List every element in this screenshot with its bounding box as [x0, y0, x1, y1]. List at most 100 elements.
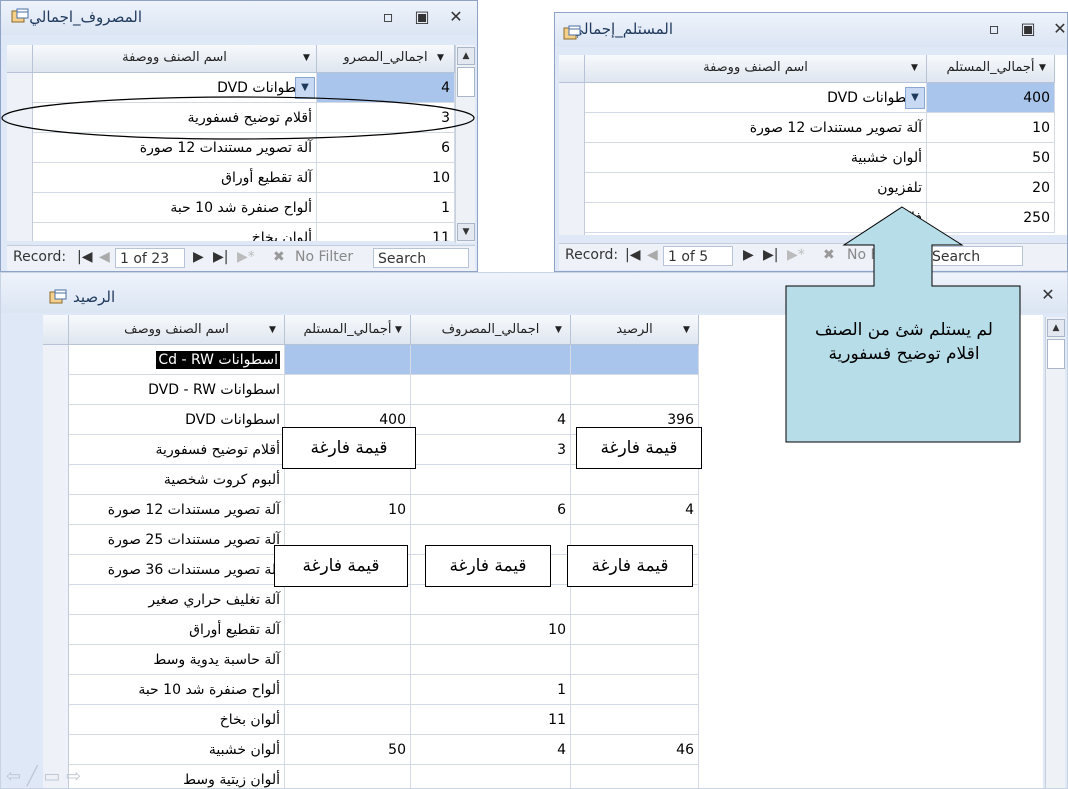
table-row[interactable]: ألوان بخاخ 11 [33, 223, 455, 241]
close-button[interactable]: ✕ [1049, 19, 1067, 39]
received-cell[interactable] [285, 615, 411, 645]
next-record-icon[interactable]: ▶ [743, 247, 754, 263]
table-row[interactable]: ألوان بخاخ 11 [69, 705, 699, 735]
balance-cell[interactable] [571, 465, 699, 495]
previous-record-icon[interactable]: ◀ [647, 247, 658, 263]
spent-cell[interactable] [411, 765, 571, 788]
balance-cell[interactable] [571, 615, 699, 645]
table-row[interactable]: تلفزيون 20 [585, 173, 1055, 203]
balance-cell[interactable]: 4 [571, 495, 699, 525]
slide-navigation-icons[interactable]: ⇦ ╱ ▭ ⇨ [6, 766, 81, 787]
corner-selector[interactable] [7, 45, 33, 73]
received-cell[interactable]: 50 [927, 143, 1055, 173]
spent-cell[interactable]: 3 [411, 435, 571, 465]
balance-cell[interactable] [571, 375, 699, 405]
spent-cell[interactable]: 10 [317, 163, 455, 193]
received-cell[interactable]: 400 [927, 83, 1055, 113]
name-cell[interactable]: آلة تصوير مستندات 12 صورة [585, 113, 927, 143]
name-column-header[interactable]: ▼ اسم الصنف ووصفة [33, 45, 317, 73]
table-row[interactable]: آلة تغليف حراري صغير [69, 585, 699, 615]
name-cell[interactable]: ألواح صنفرة شد 10 حبة [33, 193, 317, 223]
spent-cell[interactable]: 1 [411, 675, 571, 705]
record-position-field[interactable]: 1 of 23 [115, 248, 185, 268]
name-cell[interactable]: اسطوانات DVD - RW [69, 375, 285, 405]
table-row[interactable]: آلة تصوير مستندات 12 صورة 10 6 4 [69, 495, 699, 525]
name-column-header[interactable]: ▼ اسم الصنف ووصفة [585, 55, 927, 83]
received-cell[interactable]: 10 [927, 113, 1055, 143]
spent-cell[interactable]: 10 [411, 615, 571, 645]
balance-cell[interactable] [571, 345, 699, 375]
balance-cell[interactable] [571, 675, 699, 705]
first-record-icon[interactable]: |◀ [625, 247, 640, 263]
name-cell[interactable]: اسطوانات DVD [585, 83, 927, 113]
table-row[interactable]: اسطوانات DVD ▼ 400 [585, 83, 1055, 113]
name-cell[interactable]: ألوان خشبية [585, 143, 927, 173]
name-cell[interactable]: آلة حاسبة يدوية وسط [69, 645, 285, 675]
filter-status[interactable]: No Filter [295, 249, 353, 265]
name-cell[interactable]: آلة تصوير مستندات 12 صورة [69, 495, 285, 525]
scroll-up-icon[interactable]: ▲ [457, 47, 475, 65]
close-button[interactable]: ✕ [445, 7, 467, 27]
spent-cell[interactable]: 11 [317, 223, 455, 241]
balance-column-header[interactable]: ▼ الرصيد [571, 315, 699, 345]
spent-cell[interactable]: 4 [411, 405, 571, 435]
corner-selector[interactable] [43, 315, 69, 345]
first-record-icon[interactable]: |◀ [77, 249, 92, 265]
table-row[interactable]: ألوان خشبية 50 [585, 143, 1055, 173]
table-row[interactable]: اسطوانات DVD - RW [69, 375, 699, 405]
table-row[interactable]: ألواح صنفرة شد 10 حبة 1 [33, 193, 455, 223]
maximize-button[interactable]: ▣ [411, 7, 433, 27]
received-cell[interactable]: 20 [927, 173, 1055, 203]
table-row[interactable]: ألوان زيتية وسط [69, 765, 699, 788]
received-cell[interactable] [285, 705, 411, 735]
close-button[interactable]: ✕ [1037, 285, 1059, 305]
balance-cell[interactable] [571, 705, 699, 735]
corner-selector[interactable] [559, 55, 585, 83]
spent-cell[interactable]: 6 [411, 495, 571, 525]
table-row[interactable]: اسطوانات Cd - RW [69, 345, 699, 375]
name-cell[interactable]: تلفزيون [585, 173, 927, 203]
balance-cell[interactable] [571, 765, 699, 788]
record-position-field[interactable]: 1 of 5 [663, 246, 733, 266]
name-cell[interactable]: ألوان زيتية وسط [69, 765, 285, 788]
table-row[interactable]: ألوان خشبية 50 4 46 [69, 735, 699, 765]
maximize-button[interactable]: ▣ [1017, 19, 1039, 39]
spent-cell[interactable]: 11 [411, 705, 571, 735]
received-cell[interactable] [285, 465, 411, 495]
name-cell[interactable]: آلة تقطيع أوراق [69, 615, 285, 645]
scroll-up-icon[interactable]: ▲ [1047, 319, 1065, 337]
received-cell[interactable] [285, 675, 411, 705]
spent-cell[interactable] [411, 345, 571, 375]
spent-column-header[interactable]: ▼ اجمالي_المصرو [317, 45, 455, 73]
name-cell[interactable]: آلة تصوير مستندات 25 صورة [69, 525, 285, 555]
received-column-header[interactable]: ▼ أجمالي_المستلم [285, 315, 411, 345]
last-record-icon[interactable]: ▶| [763, 247, 778, 263]
selected-text[interactable]: اسطوانات Cd - RW [156, 351, 280, 369]
search-input[interactable]: Search [373, 248, 469, 268]
vertical-scrollbar[interactable]: ▲ [1045, 317, 1065, 788]
spent-cell[interactable] [411, 375, 571, 405]
received-column-header[interactable]: ▼ أجمالي_المستلم [927, 55, 1055, 83]
last-record-icon[interactable]: ▶| [213, 249, 228, 265]
balance-cell[interactable]: 46 [571, 735, 699, 765]
balance-cell[interactable] [571, 585, 699, 615]
received-cell[interactable] [285, 765, 411, 788]
next-record-icon[interactable]: ▶ [193, 249, 204, 265]
name-cell[interactable]: ألوان بخاخ [69, 705, 285, 735]
received-cell[interactable] [285, 585, 411, 615]
minimize-button[interactable]: ▫ [983, 19, 1005, 39]
table-row[interactable]: آلة تصوير مستندات 12 صورة 10 [585, 113, 1055, 143]
spent-cell[interactable] [411, 585, 571, 615]
name-cell[interactable]: اسطوانات Cd - RW [69, 345, 285, 375]
scroll-down-icon[interactable]: ▼ [457, 223, 475, 241]
table-row[interactable]: آلة تقطيع أوراق 10 [33, 163, 455, 193]
balance-cell[interactable] [571, 645, 699, 675]
previous-record-icon[interactable]: ◀ [99, 249, 110, 265]
name-cell[interactable]: آلة تصوير مستندات 36 صورة [69, 555, 285, 585]
minimize-button[interactable]: ▫ [377, 7, 399, 27]
name-cell[interactable]: ألوان بخاخ [33, 223, 317, 241]
name-column-header[interactable]: ▼ اسم الصنف ووصف [69, 315, 285, 345]
vertical-scrollbar[interactable]: ▲ ▼ [455, 45, 475, 243]
table-row[interactable]: ألواح صنفرة شد 10 حبة 1 [69, 675, 699, 705]
spent-cell[interactable]: 1 [317, 193, 455, 223]
